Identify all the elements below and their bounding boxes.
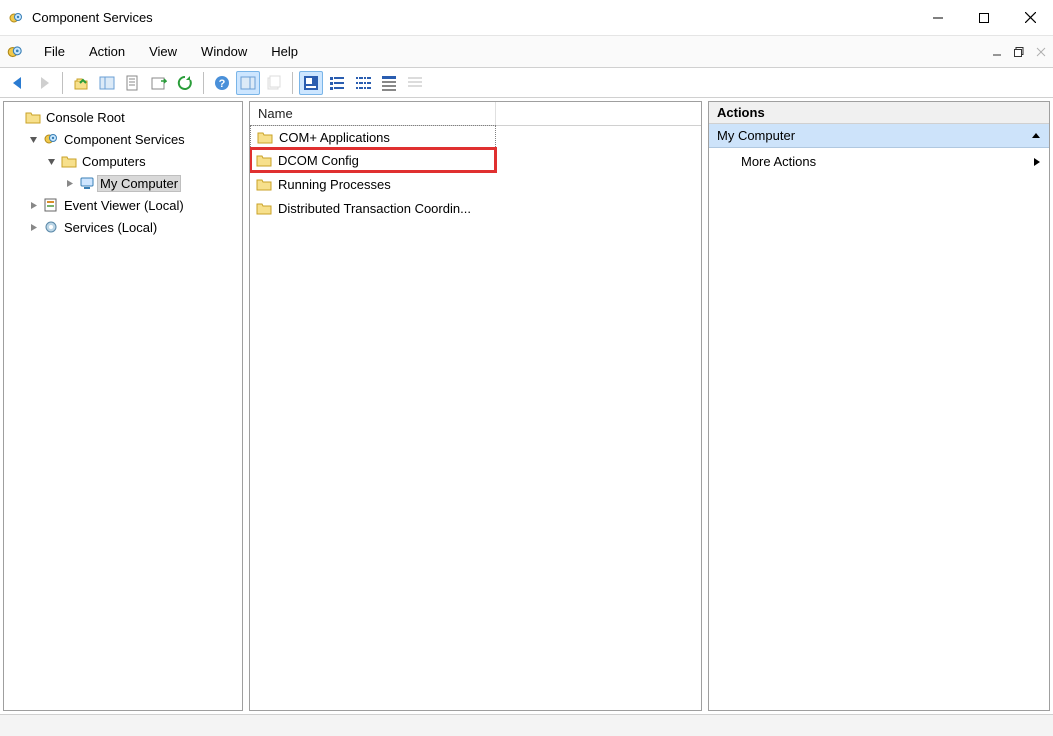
export-list-button[interactable]: [147, 71, 171, 95]
tree-label: Component Services: [62, 132, 187, 147]
list-item[interactable]: DCOM Config: [250, 148, 496, 172]
folder-icon: [256, 176, 272, 192]
menu-file[interactable]: File: [32, 40, 77, 63]
maximize-button[interactable]: [961, 0, 1007, 35]
list-pane[interactable]: Name COM+ Applications DCOM Config Running…: [249, 101, 702, 711]
collapse-icon[interactable]: [1031, 131, 1041, 141]
tree-node-my-computer[interactable]: My Computer: [8, 172, 242, 194]
menu-view[interactable]: View: [137, 40, 189, 63]
properties-button[interactable]: [121, 71, 145, 95]
column-header-label: Name: [258, 106, 293, 121]
view-custom-button[interactable]: [403, 71, 427, 95]
svg-text:?: ?: [219, 78, 226, 90]
tree-node-services[interactable]: Services (Local): [8, 216, 242, 238]
workspace: Console Root Component Services Computer…: [0, 98, 1053, 714]
folder-icon: [25, 109, 41, 125]
list-item-label: Distributed Transaction Coordin...: [278, 201, 471, 216]
folder-icon: [257, 129, 273, 145]
statusbar: [0, 714, 1053, 736]
mmc-icon: [6, 43, 24, 61]
chevron-right-icon[interactable]: [26, 198, 40, 212]
list-body: COM+ Applications DCOM Config Running Proc…: [250, 125, 701, 220]
chevron-right-icon[interactable]: [26, 220, 40, 234]
computer-icon: [79, 175, 95, 191]
chevron-right-icon: [1033, 157, 1041, 167]
list-item[interactable]: Distributed Transaction Coordin...: [250, 196, 496, 220]
show-hide-action-pane-button[interactable]: [236, 71, 260, 95]
list-header: Name: [250, 102, 701, 126]
menu-help[interactable]: Help: [259, 40, 310, 63]
actions-pane: Actions My Computer More Actions: [708, 101, 1050, 711]
actions-more[interactable]: More Actions: [709, 148, 1049, 175]
component-services-icon: [43, 131, 59, 147]
tree-pane[interactable]: Console Root Component Services Computer…: [3, 101, 243, 711]
tree-node-event-viewer[interactable]: Event Viewer (Local): [8, 194, 242, 216]
up-one-level-button[interactable]: [69, 71, 93, 95]
back-button[interactable]: [6, 71, 30, 95]
show-hide-tree-button[interactable]: [95, 71, 119, 95]
minimize-button[interactable]: [915, 0, 961, 35]
view-list-button[interactable]: [351, 71, 375, 95]
list-item-label: DCOM Config: [278, 153, 359, 168]
mdi-close-button[interactable]: [1031, 42, 1051, 62]
window-controls: [915, 0, 1053, 35]
view-detail-button[interactable]: [377, 71, 401, 95]
app-icon: [8, 10, 24, 26]
list-item[interactable]: Running Processes: [250, 172, 496, 196]
list-item[interactable]: COM+ Applications: [250, 125, 496, 149]
view-small-icons-button[interactable]: [325, 71, 349, 95]
view-large-icons-button[interactable]: [299, 71, 323, 95]
event-viewer-icon: [43, 197, 59, 213]
tree-label: Services (Local): [62, 220, 159, 235]
gear-icon: [43, 219, 59, 235]
mdi-restore-button[interactable]: [1009, 42, 1029, 62]
tree-node-computers[interactable]: Computers: [8, 150, 242, 172]
toolbar: ?: [0, 68, 1053, 98]
menu-window[interactable]: Window: [189, 40, 259, 63]
actions-header: Actions: [709, 102, 1049, 124]
folder-icon: [256, 200, 272, 216]
chevron-right-icon[interactable]: [62, 176, 76, 190]
list-item-label: Running Processes: [278, 177, 391, 192]
tree-label: My Computer: [98, 176, 180, 191]
tree-label: Console Root: [44, 110, 127, 125]
tree-node-console-root[interactable]: Console Root: [8, 106, 242, 128]
actions-header-label: Actions: [717, 105, 765, 120]
actions-more-label: More Actions: [741, 154, 816, 169]
close-button[interactable]: [1007, 0, 1053, 35]
new-window-button[interactable]: [262, 71, 286, 95]
folder-icon: [256, 152, 272, 168]
tree-label: Computers: [80, 154, 148, 169]
help-button[interactable]: ?: [210, 71, 234, 95]
toolbar-separator: [292, 72, 293, 94]
chevron-down-icon[interactable]: [26, 132, 40, 146]
list-item-label: COM+ Applications: [279, 130, 390, 145]
menubar: File Action View Window Help: [0, 36, 1053, 68]
chevron-down-icon[interactable]: [44, 154, 58, 168]
toolbar-separator: [62, 72, 63, 94]
folder-icon: [61, 153, 77, 169]
forward-button[interactable]: [32, 71, 56, 95]
window-title: Component Services: [32, 10, 153, 25]
column-header-name[interactable]: Name: [250, 102, 496, 125]
refresh-button[interactable]: [173, 71, 197, 95]
tree-label: Event Viewer (Local): [62, 198, 186, 213]
chevron-down-icon[interactable]: [8, 110, 22, 124]
toolbar-separator: [203, 72, 204, 94]
mdi-minimize-button[interactable]: [987, 42, 1007, 62]
actions-subheader[interactable]: My Computer: [709, 124, 1049, 148]
tree-node-component-services[interactable]: Component Services: [8, 128, 242, 150]
titlebar: Component Services: [0, 0, 1053, 36]
actions-subheader-label: My Computer: [717, 128, 795, 143]
menu-action[interactable]: Action: [77, 40, 137, 63]
